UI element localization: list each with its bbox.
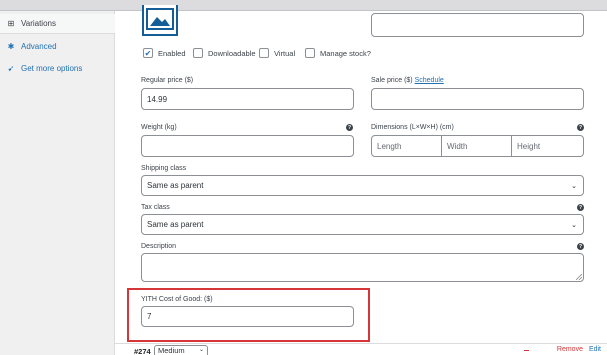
remove-icon xyxy=(524,350,529,351)
image-icon xyxy=(146,8,174,30)
variation-actions: Remove Edit xyxy=(557,346,601,353)
chevron-down-icon: ⌄ xyxy=(571,221,577,229)
cost-of-good-label: YITH Cost of Good: ($) xyxy=(141,296,213,303)
tax-class-label: Tax class xyxy=(141,204,170,211)
downloadable-checkbox[interactable]: Downloadable xyxy=(193,48,256,58)
length-input[interactable]: Length xyxy=(371,135,442,157)
height-input[interactable]: Height xyxy=(511,135,584,157)
edit-link[interactable]: Edit xyxy=(589,346,601,353)
tax-class-value: Same as parent xyxy=(147,220,204,229)
checkbox-box xyxy=(259,48,269,58)
remove-link[interactable]: Remove xyxy=(557,346,583,353)
chevron-down-icon: ⌄ xyxy=(198,347,204,353)
grid-icon: ⊞ xyxy=(7,19,15,28)
resize-handle-icon[interactable] xyxy=(576,274,582,280)
help-icon[interactable]: ? xyxy=(577,204,584,211)
variation-attribute-value: Medium xyxy=(158,346,185,355)
virtual-checkbox[interactable]: Virtual xyxy=(259,48,295,58)
sidebar-item-label: Advanced xyxy=(21,41,57,51)
description-textarea[interactable] xyxy=(141,253,584,282)
help-icon[interactable]: ? xyxy=(577,124,584,131)
weight-input[interactable] xyxy=(141,135,354,157)
sidebar-item-label: Get more options xyxy=(21,63,83,73)
sale-price-input[interactable] xyxy=(371,88,584,110)
cost-of-good-input[interactable]: 7 xyxy=(141,306,354,327)
chevron-down-icon: ⌄ xyxy=(571,182,577,190)
checkmark-icon: ✔ xyxy=(143,48,153,58)
weight-label: Weight (kg) xyxy=(141,124,177,131)
checkbox-box xyxy=(305,48,315,58)
sidebar-item-get-more-options[interactable]: ➹ Get more options xyxy=(0,58,115,78)
manage-stock-checkbox[interactable]: Manage stock? xyxy=(305,48,371,58)
width-input[interactable]: Width xyxy=(441,135,512,157)
sale-price-label-text: Sale price ($) xyxy=(371,77,413,84)
enabled-label: Enabled xyxy=(158,48,186,58)
sidebar-item-variations[interactable]: ⊞ Variations xyxy=(0,14,115,34)
variation-image-button[interactable] xyxy=(142,5,178,36)
sidebar-item-advanced[interactable]: ✱ Advanced xyxy=(0,36,115,56)
variation-id: #274 xyxy=(134,347,151,355)
schedule-link[interactable]: Schedule xyxy=(415,77,444,84)
help-icon[interactable]: ? xyxy=(577,243,584,250)
regular-price-input[interactable]: 14.99 xyxy=(141,88,354,110)
shipping-class-value: Same as parent xyxy=(147,181,204,190)
enabled-checkbox[interactable]: ✔ Enabled xyxy=(143,48,186,58)
virtual-label: Virtual xyxy=(274,48,296,58)
description-label: Description xyxy=(141,243,177,250)
shipping-class-select[interactable]: Same as parent ⌄ xyxy=(141,175,584,196)
shipping-class-label: Shipping class xyxy=(141,165,187,172)
dimensions-label: Dimensions (L×W×H) (cm) xyxy=(371,124,454,131)
variation-attribute-select[interactable]: Medium ⌄ xyxy=(154,345,208,355)
top-bar xyxy=(0,0,607,11)
sale-price-label: Sale price ($) Schedule xyxy=(371,77,444,84)
downloadable-label: Downloadable xyxy=(208,48,256,58)
sku-field[interactable] xyxy=(371,13,584,37)
manage-stock-label: Manage stock? xyxy=(320,48,371,58)
checkbox-box xyxy=(193,48,203,58)
plug-icon: ➹ xyxy=(7,63,15,73)
regular-price-label: Regular price ($) xyxy=(141,77,194,84)
gear-icon: ✱ xyxy=(7,41,15,51)
sidebar-item-label: Variations xyxy=(21,19,56,28)
product-data-tabs: ⊞ Variations ✱ Advanced ➹ Get more optio… xyxy=(0,11,115,355)
help-icon[interactable]: ? xyxy=(346,124,353,131)
tax-class-select[interactable]: Same as parent ⌄ xyxy=(141,214,584,235)
